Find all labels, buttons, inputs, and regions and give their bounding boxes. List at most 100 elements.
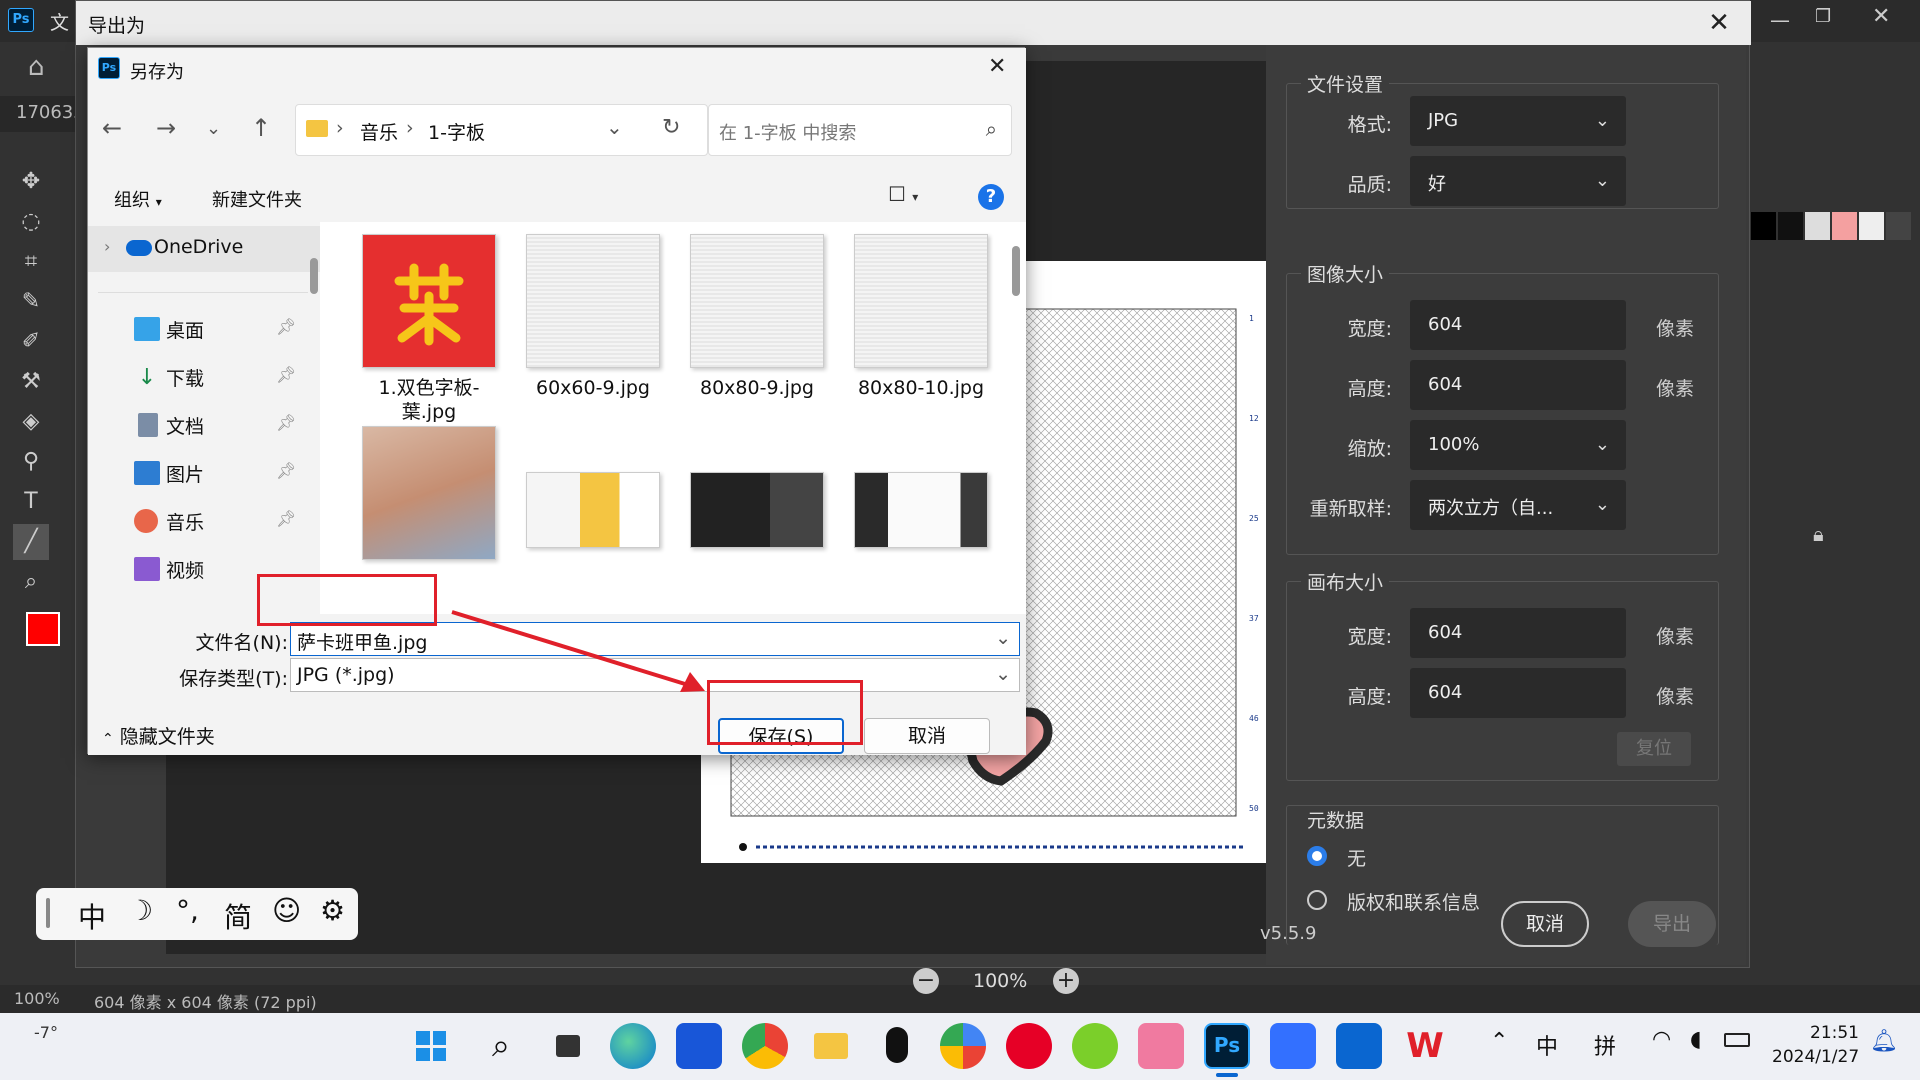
edge-icon[interactable] [610, 1023, 656, 1069]
nav-divider [98, 292, 308, 293]
refresh-icon[interactable]: ↻ [662, 115, 680, 140]
nav-downloads[interactable]: ↓ 下载 📌︎ [88, 354, 320, 400]
zoom-out-icon[interactable]: − [913, 968, 939, 994]
file-item[interactable] [846, 472, 996, 548]
photoshop-taskbar-icon[interactable]: Ps [1204, 1023, 1250, 1069]
ime-mode-toggle[interactable]: 中 [78, 896, 106, 936]
start-icon[interactable] [408, 1023, 454, 1069]
phone-link-icon[interactable] [1336, 1023, 1382, 1069]
recent-chevron-icon[interactable]: ⌄ [206, 118, 221, 139]
back-arrow-icon[interactable]: ← [102, 114, 122, 142]
restore-icon[interactable]: ❐ [1815, 6, 1831, 27]
scale-select[interactable]: 100% ⌄ [1410, 420, 1626, 470]
punctuation-icon[interactable]: °, [176, 894, 199, 927]
chrome-icon[interactable] [742, 1023, 788, 1069]
weather-widget[interactable]: -7° [34, 1023, 58, 1042]
file-item[interactable] [518, 472, 668, 548]
ime-simplified-toggle[interactable]: 简 [224, 896, 252, 936]
nav-pictures[interactable]: 图片 📌︎ [88, 450, 320, 496]
nav-onedrive[interactable]: › OneDrive [88, 226, 320, 272]
task-view-icon[interactable] [544, 1023, 590, 1069]
file-item[interactable]: 80x80-10.jpg [846, 234, 996, 400]
ime-drag-handle[interactable] [46, 898, 50, 928]
volume-icon[interactable]: ◖ [1690, 1027, 1702, 1052]
eyedropper-tool-icon[interactable]: ✎ [13, 284, 49, 320]
export-close-icon[interactable]: ✕ [1689, 1, 1749, 45]
radio-unselected-icon [1307, 890, 1327, 910]
file-explorer-icon[interactable] [808, 1023, 854, 1069]
file-item[interactable]: 60x60-9.jpg [518, 234, 668, 400]
line-tool-icon[interactable]: ╱ [13, 524, 49, 560]
battery-icon[interactable] [1724, 1033, 1750, 1047]
organize-menu[interactable]: 组织 ▾ [114, 186, 162, 212]
help-icon[interactable]: ? [978, 184, 1004, 210]
pinwheel-icon[interactable] [940, 1023, 986, 1069]
file-scrollbar[interactable] [1012, 246, 1020, 296]
nav-desktop[interactable]: 桌面 📌︎ [88, 306, 320, 352]
address-bar[interactable]: › 音乐 › 1-字板 ⌄ ↻ [295, 104, 708, 156]
dodge-tool-icon[interactable]: ⚲ [13, 444, 49, 480]
ime-zh-indicator[interactable]: 中 [1536, 1029, 1558, 1061]
file-item[interactable] [682, 472, 832, 548]
save-close-icon[interactable]: ✕ [988, 54, 1006, 79]
nav-scrollbar[interactable] [310, 258, 318, 294]
search-icon[interactable]: ⌕ [478, 1023, 524, 1069]
app-icon-blue[interactable] [676, 1023, 722, 1069]
canvas-width-input[interactable]: 604 [1410, 608, 1626, 658]
view-mode-icon[interactable]: ☐ ▾ [888, 182, 918, 206]
image-height-input[interactable]: 604 [1410, 360, 1626, 410]
clock-date[interactable]: 2024/1/27 [1772, 1047, 1859, 1067]
tray-expand-icon[interactable]: ⌃ [1490, 1029, 1508, 1054]
search-input[interactable]: 在 1-字板 中搜索 ⌕ [708, 104, 1012, 156]
wifi-icon[interactable]: ◠ [1652, 1027, 1671, 1052]
file-item[interactable] [354, 426, 504, 560]
menu-file[interactable]: 文 [50, 8, 69, 35]
close-icon[interactable]: ✕ [1872, 4, 1890, 29]
zoom-tool-icon[interactable]: ⌕ [13, 564, 49, 600]
canvas-height-input[interactable]: 604 [1410, 668, 1626, 718]
reset-button[interactable]: 复位 [1617, 732, 1691, 766]
up-arrow-icon[interactable]: ↑ [251, 114, 271, 142]
image-width-input[interactable]: 604 [1410, 300, 1626, 350]
format-select[interactable]: JPG ⌄ [1410, 96, 1626, 146]
type-tool-icon[interactable]: T [13, 484, 49, 520]
nav-documents[interactable]: 文档 📌︎ [88, 402, 320, 448]
stamp-tool-icon[interactable]: ⚒ [13, 364, 49, 400]
quality-select[interactable]: 好 ⌄ [1410, 156, 1626, 206]
document-tab[interactable]: 170635 [0, 96, 85, 132]
netease-music-icon[interactable] [1006, 1023, 1052, 1069]
home-icon[interactable]: ⌂ [28, 52, 45, 82]
zoom-in-icon[interactable]: + [1053, 968, 1079, 994]
qq-icon[interactable] [874, 1023, 920, 1069]
app-icon-green[interactable] [1072, 1023, 1118, 1069]
ime-pinyin-indicator[interactable]: 拼 [1594, 1029, 1616, 1061]
settings-gear-icon[interactable]: ⚙ [320, 894, 345, 927]
new-folder-button[interactable]: 新建文件夹 [212, 186, 302, 212]
crop-tool-icon[interactable]: ⌗ [13, 244, 49, 280]
lasso-tool-icon[interactable]: ◌ [13, 204, 49, 240]
cancel-button[interactable]: 取消 [864, 718, 990, 754]
forward-arrow-icon[interactable]: → [156, 114, 176, 142]
brush-tool-icon[interactable]: ✐ [13, 324, 49, 360]
export-cancel-button[interactable]: 取消 [1501, 901, 1589, 947]
move-tool-icon[interactable]: ✥ [13, 164, 49, 200]
emoji-icon[interactable]: ☺ [272, 894, 301, 927]
nav-music[interactable]: 音乐 📌︎ [88, 498, 320, 544]
bilibili-icon[interactable] [1138, 1023, 1184, 1069]
feishu-icon[interactable] [1270, 1023, 1316, 1069]
hide-folders-toggle[interactable]: ⌃ 隐藏文件夹 [102, 722, 215, 749]
breadcrumb-folder[interactable]: 1-字板 [428, 118, 485, 145]
address-dropdown-icon[interactable]: ⌄ [606, 115, 623, 139]
minimize-icon[interactable]: — [1770, 8, 1790, 32]
resample-select[interactable]: 两次立方（自... ⌄ [1410, 480, 1626, 530]
foreground-color-swatch[interactable] [26, 612, 60, 646]
export-button[interactable]: 导出 [1628, 901, 1716, 947]
file-item[interactable]: 80x80-9.jpg [682, 234, 832, 400]
file-item[interactable]: 1.双色字板-葉.jpg [354, 234, 504, 424]
moon-icon[interactable]: ☽ [128, 894, 153, 927]
paint-bucket-icon[interactable]: ◈ [13, 404, 49, 440]
wps-icon[interactable]: W [1402, 1023, 1448, 1069]
notification-bell-icon[interactable]: 🔔︎ [1870, 1029, 1898, 1054]
clock-time[interactable]: 21:51 [1810, 1023, 1859, 1043]
breadcrumb-music[interactable]: 音乐 [360, 118, 398, 145]
